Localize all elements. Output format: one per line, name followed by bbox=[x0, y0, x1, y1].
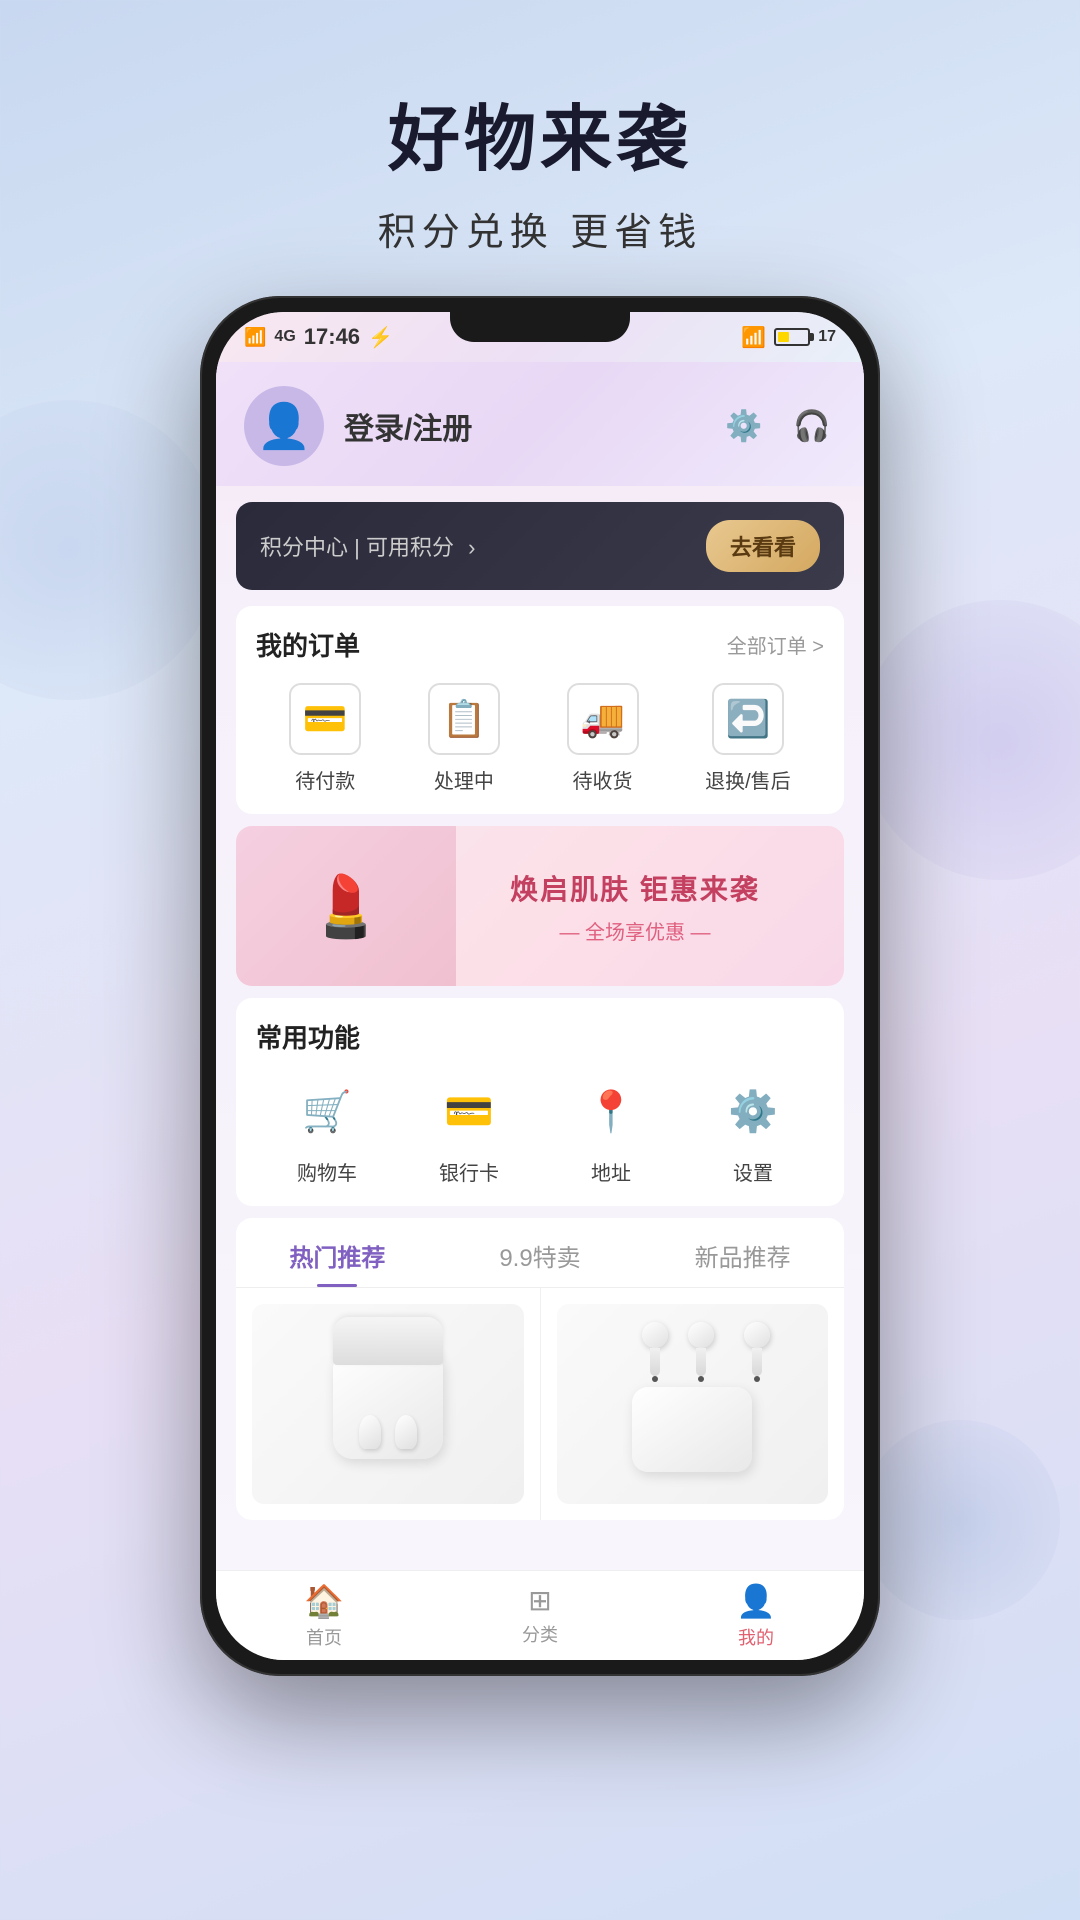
screen-content[interactable]: 👤 登录/注册 ⚙️ 🎧 积分中心 | 可用积分 › bbox=[216, 362, 864, 1570]
profile-login-text[interactable]: 登录/注册 bbox=[344, 404, 472, 448]
network-type: 4G bbox=[274, 328, 295, 346]
headset-button[interactable]: 🎧 bbox=[788, 402, 836, 450]
banner-subtitle: — 全场享优惠 — bbox=[456, 916, 814, 945]
cart-label: 购物车 bbox=[297, 1157, 357, 1186]
wifi-icon: 📶 bbox=[741, 325, 766, 350]
page-title: 好物来袭 bbox=[378, 80, 703, 185]
banner-ad[interactable]: 💄 焕启肌肤 钜惠来袭 — 全场享优惠 — bbox=[236, 826, 844, 986]
points-arrow: › bbox=[468, 535, 475, 560]
return-label: 退换/售后 bbox=[705, 765, 791, 794]
settings-button[interactable]: ⚙️ bbox=[720, 402, 768, 450]
points-button[interactable]: 去看看 bbox=[706, 520, 820, 572]
functions-section: 常用功能 🛒 购物车 💳 银行卡 📍 地址 bbox=[236, 998, 844, 1206]
order-pending-delivery[interactable]: 🚚 待收货 bbox=[567, 683, 639, 794]
status-left: 📶 4G 17:46 ⚡ bbox=[244, 324, 393, 350]
func-cart[interactable]: 🛒 购物车 bbox=[291, 1075, 363, 1186]
tabs-section: 热门推荐 9.9特卖 新品推荐 bbox=[236, 1218, 844, 1288]
address-label: 地址 bbox=[591, 1157, 631, 1186]
functions-title: 常用功能 bbox=[256, 1018, 360, 1055]
status-right: 📶 17 bbox=[741, 325, 836, 350]
battery-icon bbox=[774, 328, 810, 346]
banner-title: 焕启肌肤 钜惠来袭 bbox=[456, 868, 814, 908]
profile-header: 👤 登录/注册 ⚙️ 🎧 bbox=[216, 362, 864, 486]
tabs-header: 热门推荐 9.9特卖 新品推荐 bbox=[236, 1218, 844, 1288]
phone-notch bbox=[450, 312, 630, 342]
page-subtitle: 积分兑换 更省钱 bbox=[378, 201, 703, 256]
status-time: 17:46 bbox=[304, 324, 360, 350]
nav-category[interactable]: ⊞ 分类 bbox=[432, 1584, 648, 1647]
functions-header: 常用功能 bbox=[256, 1018, 824, 1055]
orders-section: 我的订单 全部订单 > 💳 待付款 📋 处理中 🚚 待收货 bbox=[236, 606, 844, 814]
profile-left: 👤 登录/注册 bbox=[244, 386, 472, 466]
pending-payment-label: 待付款 bbox=[295, 765, 355, 794]
tab-hot-label: 热门推荐 bbox=[289, 1245, 385, 1272]
func-icons: 🛒 购物车 💳 银行卡 📍 地址 ⚙️ 设置 bbox=[256, 1075, 824, 1186]
pending-delivery-label: 待收货 bbox=[573, 765, 633, 794]
home-label: 首页 bbox=[306, 1624, 342, 1650]
avatar[interactable]: 👤 bbox=[244, 386, 324, 466]
product-grid bbox=[236, 1288, 844, 1520]
settings-func-label: 设置 bbox=[733, 1157, 773, 1186]
cart-icon: 🛒 bbox=[291, 1075, 363, 1147]
processing-icon: 📋 bbox=[428, 683, 500, 755]
order-processing[interactable]: 📋 处理中 bbox=[428, 683, 500, 794]
mine-label: 我的 bbox=[738, 1624, 774, 1650]
points-banner: 积分中心 | 可用积分 › 去看看 bbox=[236, 502, 844, 590]
page-header: 好物来袭 积分兑换 更省钱 bbox=[378, 0, 703, 296]
pending-delivery-icon: 🚚 bbox=[567, 683, 639, 755]
order-pending-payment[interactable]: 💳 待付款 bbox=[289, 683, 361, 794]
orders-more[interactable]: 全部订单 > bbox=[727, 630, 824, 659]
tab-new-label: 新品推荐 bbox=[695, 1245, 791, 1272]
orders-header: 我的订单 全部订单 > bbox=[256, 626, 824, 663]
home-icon: 🏠 bbox=[304, 1582, 344, 1620]
category-icon: ⊞ bbox=[528, 1584, 551, 1617]
order-return[interactable]: ↩️ 退换/售后 bbox=[705, 683, 791, 794]
bottom-nav: 🏠 首页 ⊞ 分类 👤 我的 bbox=[216, 1570, 864, 1660]
tab-hot[interactable]: 热门推荐 bbox=[236, 1218, 439, 1287]
settings-icon: ⚙️ bbox=[725, 409, 762, 444]
func-bank[interactable]: 💳 银行卡 bbox=[433, 1075, 505, 1186]
phone-screen: 📶 4G 17:46 ⚡ 📶 17 👤 登录/ bbox=[216, 312, 864, 1660]
orders-title: 我的订单 bbox=[256, 626, 360, 663]
processing-label: 处理中 bbox=[434, 765, 494, 794]
pending-payment-icon: 💳 bbox=[289, 683, 361, 755]
func-settings[interactable]: ⚙️ 设置 bbox=[717, 1075, 789, 1186]
flash-icon: ⚡ bbox=[368, 325, 393, 350]
func-address[interactable]: 📍 地址 bbox=[575, 1075, 647, 1186]
signal-icon: 📶 bbox=[244, 327, 266, 348]
settings-func-icon: ⚙️ bbox=[717, 1075, 789, 1147]
product-card-airpods3[interactable] bbox=[541, 1288, 845, 1520]
bank-icon: 💳 bbox=[433, 1075, 505, 1147]
address-icon: 📍 bbox=[575, 1075, 647, 1147]
tab-sale[interactable]: 9.9特卖 bbox=[439, 1218, 642, 1287]
product-card-airpods2[interactable] bbox=[236, 1288, 541, 1520]
headset-icon: 🎧 bbox=[793, 409, 830, 444]
tab-sale-label: 9.9特卖 bbox=[499, 1245, 580, 1272]
battery-level: 17 bbox=[818, 328, 836, 346]
banner-text: 焕启肌肤 钜惠来袭 — 全场享优惠 — bbox=[456, 868, 814, 945]
points-text: 积分中心 | 可用积分 › bbox=[260, 530, 475, 562]
nav-home[interactable]: 🏠 首页 bbox=[216, 1582, 432, 1650]
avatar-icon: 👤 bbox=[257, 400, 312, 452]
profile-icons: ⚙️ 🎧 bbox=[720, 402, 836, 450]
banner-image: 💄 bbox=[236, 826, 456, 986]
battery-fill bbox=[778, 332, 789, 342]
mine-icon: 👤 bbox=[736, 1582, 776, 1620]
points-label: 积分中心 | 可用积分 bbox=[260, 535, 454, 560]
phone-frame: 📶 4G 17:46 ⚡ 📶 17 👤 登录/ bbox=[200, 296, 880, 1676]
order-icons: 💳 待付款 📋 处理中 🚚 待收货 ↩️ 退换/售后 bbox=[256, 683, 824, 794]
bank-label: 银行卡 bbox=[439, 1157, 499, 1186]
return-icon: ↩️ bbox=[712, 683, 784, 755]
category-label: 分类 bbox=[522, 1621, 558, 1647]
nav-mine[interactable]: 👤 我的 bbox=[648, 1582, 864, 1650]
tab-new[interactable]: 新品推荐 bbox=[641, 1218, 844, 1287]
